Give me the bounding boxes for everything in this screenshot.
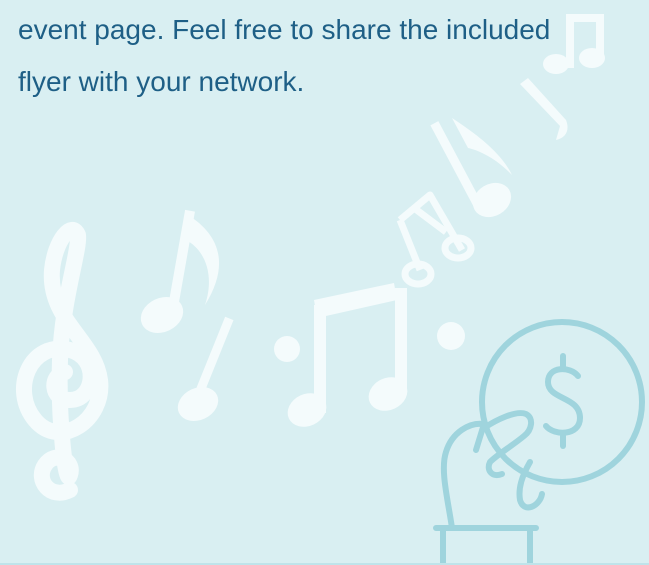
- flyer-card: event page. Feel free to share the inclu…: [0, 0, 649, 565]
- note-dot: [437, 322, 465, 350]
- hand-holding-dollar-coin-icon: [433, 319, 645, 565]
- message-line-1: event page. Feel free to share the inclu…: [18, 14, 551, 45]
- eighth-note-icon: [140, 209, 220, 333]
- beamed-notes-icon: [287, 283, 408, 427]
- outlined-note-icon: [396, 191, 475, 288]
- eighth-note-large-icon: [430, 118, 512, 218]
- quarter-note-icon: [177, 316, 234, 422]
- message-line-2: flyer with your network.: [18, 66, 305, 97]
- note-dot: [274, 336, 300, 362]
- treble-clef-icon: [16, 221, 109, 501]
- flyer-message: event page. Feel free to share the inclu…: [18, 4, 618, 108]
